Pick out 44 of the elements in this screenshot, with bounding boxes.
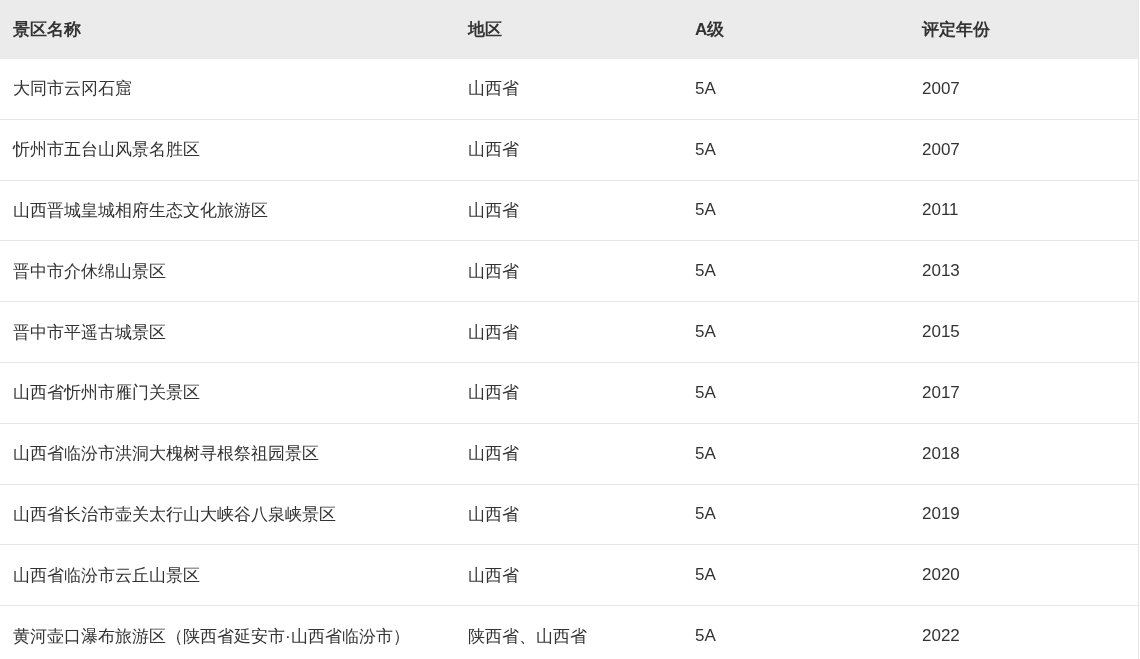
table-cell: 2018 [909,423,1139,485]
table-cell: 山西省 [455,119,682,181]
table-cell: 2020 [909,544,1139,606]
table-cell: 忻州市五台山风景名胜区 [0,119,455,181]
table-cell: 5A [682,119,909,181]
table-cell: 山西省 [455,484,682,545]
table-cell: 晋中市介休绵山景区 [0,240,455,302]
table-cell: 2007 [909,119,1139,181]
table-cell: 5A [682,59,909,120]
table-cell: 2019 [909,484,1139,545]
table-cell: 山西省 [455,180,682,241]
table-cell: 山西省 [455,423,682,485]
table-cell: 5A [682,423,909,485]
column-header: 评定年份 [909,0,1139,59]
table-cell: 山西省 [455,240,682,302]
table-cell: 山西晋城皇城相府生态文化旅游区 [0,180,455,241]
table-cell: 大同市云冈石窟 [0,59,455,120]
table-cell: 2007 [909,59,1139,120]
column-header: 景区名称 [0,0,455,59]
table-cell: 2022 [909,605,1139,659]
table-cell: 山西省长治市壶关太行山大峡谷八泉峡景区 [0,484,455,545]
table-cell: 山西省 [455,544,682,606]
table-cell: 5A [682,301,909,363]
table-cell: 晋中市平遥古城景区 [0,301,455,363]
table-cell: 山西省 [455,59,682,120]
table-cell: 2011 [909,180,1139,241]
table-cell: 2013 [909,240,1139,302]
table-cell: 5A [682,484,909,545]
table-cell: 山西省临汾市洪洞大槐树寻根祭祖园景区 [0,423,455,485]
table-cell: 5A [682,180,909,241]
table-cell: 5A [682,362,909,424]
table-cell: 2017 [909,362,1139,424]
table-cell: 5A [682,605,909,659]
table-cell: 山西省 [455,301,682,363]
table-cell: 2015 [909,301,1139,363]
table-cell: 5A [682,240,909,302]
table-cell: 山西省忻州市雁门关景区 [0,362,455,424]
column-header: 地区 [455,0,682,59]
column-header: A级 [682,0,909,59]
table-cell: 山西省临汾市云丘山景区 [0,544,455,606]
table-cell: 山西省 [455,362,682,424]
table-cell: 5A [682,544,909,606]
table-cell: 陕西省、山西省 [455,605,682,659]
table-cell: 黄河壶口瀑布旅游区（陕西省延安市·山西省临汾市） [0,605,455,659]
